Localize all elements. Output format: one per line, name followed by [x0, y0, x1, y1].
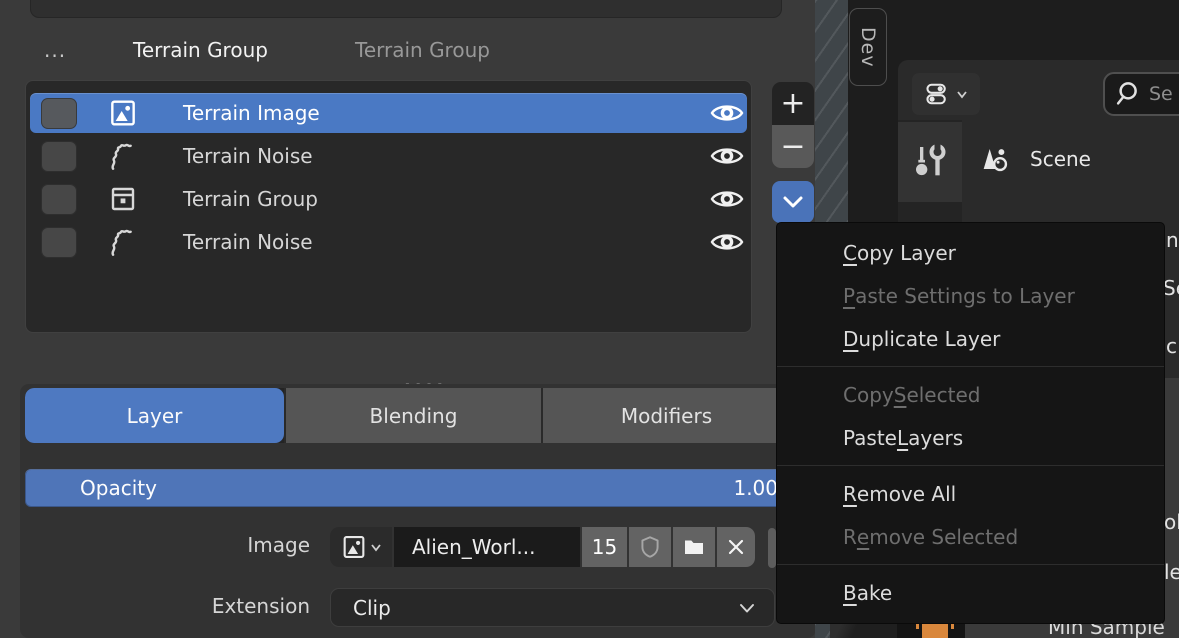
visibility-eye-icon[interactable] [709, 100, 745, 126]
cutoff-text: c [1166, 334, 1177, 358]
image-name-field[interactable]: Alien_Worl... [394, 527, 580, 567]
layer-list: Terrain Image Terrain Noise [25, 80, 752, 333]
layer-checkbox[interactable] [41, 184, 77, 215]
right-panel-light-strip [1165, 378, 1179, 638]
layer-row-terrain-image[interactable]: Terrain Image [30, 93, 747, 133]
visibility-eye-icon[interactable] [709, 186, 745, 212]
layer-row-terrain-group[interactable]: Terrain Group [30, 179, 747, 219]
breadcrumb-terrain-group-active[interactable]: Terrain Group [133, 38, 268, 62]
image-icon [106, 96, 140, 130]
image-icon [340, 533, 368, 561]
layer-checkbox[interactable] [41, 98, 77, 129]
menu-item-remove-selected: Remove Selected [777, 515, 1164, 558]
extension-value: Clip [353, 596, 391, 620]
tab-modifiers[interactable]: Modifiers [541, 388, 790, 443]
opacity-slider[interactable]: Opacity 1.00 [25, 469, 790, 507]
scene-icon [978, 143, 1012, 175]
chevron-down-icon [370, 543, 382, 552]
layer-specials-context-menu: Copy LayerPaste Settings to LayerDuplica… [776, 222, 1165, 624]
search-input[interactable] [1149, 83, 1179, 105]
layer-label: Terrain Image [183, 101, 320, 125]
properties-breadcrumb: Scene [978, 143, 1091, 175]
group-icon [106, 182, 140, 216]
tool-wrench-icon [910, 140, 950, 184]
open-file-folder-icon[interactable] [673, 527, 715, 567]
layer-row-terrain-noise-2[interactable]: Terrain Noise [30, 222, 747, 262]
image-row-label: Image [0, 533, 310, 557]
sidebar-tab-dev[interactable]: Dev [849, 8, 887, 86]
opacity-value: 1.00 [733, 476, 778, 500]
menu-item-duplicate-layer[interactable]: Duplicate Layer [777, 317, 1164, 360]
menu-item-paste-settings-to-layer: Paste Settings to Layer [777, 274, 1164, 317]
opacity-label: Opacity [80, 476, 157, 500]
noise-icon [106, 139, 140, 173]
visibility-eye-icon[interactable] [709, 143, 745, 169]
menu-separator [777, 366, 1164, 367]
cutoff-text: le [1164, 560, 1179, 584]
properties-editor-icon [924, 80, 954, 108]
properties-search[interactable] [1103, 72, 1179, 116]
visibility-eye-icon[interactable] [709, 229, 745, 255]
unlink-x-icon[interactable] [717, 527, 755, 567]
cutoff-text: n [1166, 228, 1179, 252]
breadcrumb: ... Terrain Group Terrain Group [0, 34, 780, 66]
panel-scrollbar[interactable] [768, 528, 776, 568]
extension-dropdown[interactable]: Clip [330, 588, 775, 627]
image-users-count[interactable]: 15 [582, 527, 627, 567]
image-datablock-widget: Alien_Worl... 15 [330, 527, 755, 567]
layer-label: Terrain Noise [183, 230, 313, 254]
chevron-down-icon [780, 194, 806, 210]
search-icon [1115, 79, 1145, 109]
layer-label: Terrain Noise [183, 144, 313, 168]
add-layer-button[interactable]: + [772, 82, 814, 125]
layer-label: Terrain Group [183, 187, 318, 211]
layer-checkbox[interactable] [41, 141, 77, 172]
menu-item-paste-layers[interactable]: Paste Layers [777, 416, 1164, 459]
dev-tab-label: Dev [857, 27, 879, 68]
fake-user-shield-icon[interactable] [629, 527, 671, 567]
cutoff-text: Se [1163, 276, 1179, 300]
tab-layer[interactable]: Layer [25, 388, 284, 443]
layer-checkbox[interactable] [41, 227, 77, 258]
scene-label[interactable]: Scene [1030, 147, 1091, 171]
editor-type-button[interactable] [912, 73, 980, 115]
layer-row-terrain-noise-1[interactable]: Terrain Noise [30, 136, 747, 176]
menu-separator [777, 465, 1164, 466]
extension-row-label: Extension [0, 594, 310, 618]
breadcrumb-ellipsis[interactable]: ... [44, 38, 66, 62]
layer-specials-menu-button[interactable] [772, 181, 814, 223]
blender-window: ... Terrain Group Terrain Group Terrain … [0, 0, 1179, 638]
cutoff-text: ol [1164, 510, 1179, 534]
upper-list-box [30, 0, 782, 18]
menu-separator [777, 564, 1164, 565]
menu-item-remove-all[interactable]: Remove All [777, 472, 1164, 515]
menu-item-bake[interactable]: Bake [777, 571, 1164, 614]
chevron-down-icon [738, 602, 756, 614]
breadcrumb-terrain-group-inactive[interactable]: Terrain Group [355, 38, 490, 62]
settings-tabbar: Layer Blending Modifiers [25, 388, 790, 443]
tab-blending[interactable]: Blending [284, 388, 541, 443]
orange-thumbnail [922, 622, 948, 638]
chevron-down-icon [956, 90, 968, 99]
noise-icon [106, 225, 140, 259]
menu-item-copy-layer[interactable]: Copy Layer [777, 231, 1164, 274]
tab-tool[interactable] [898, 122, 962, 202]
menu-item-copy-selected: Copy Selected [777, 373, 1164, 416]
remove-layer-button[interactable]: − [772, 125, 814, 168]
image-browse-button[interactable] [330, 527, 392, 567]
